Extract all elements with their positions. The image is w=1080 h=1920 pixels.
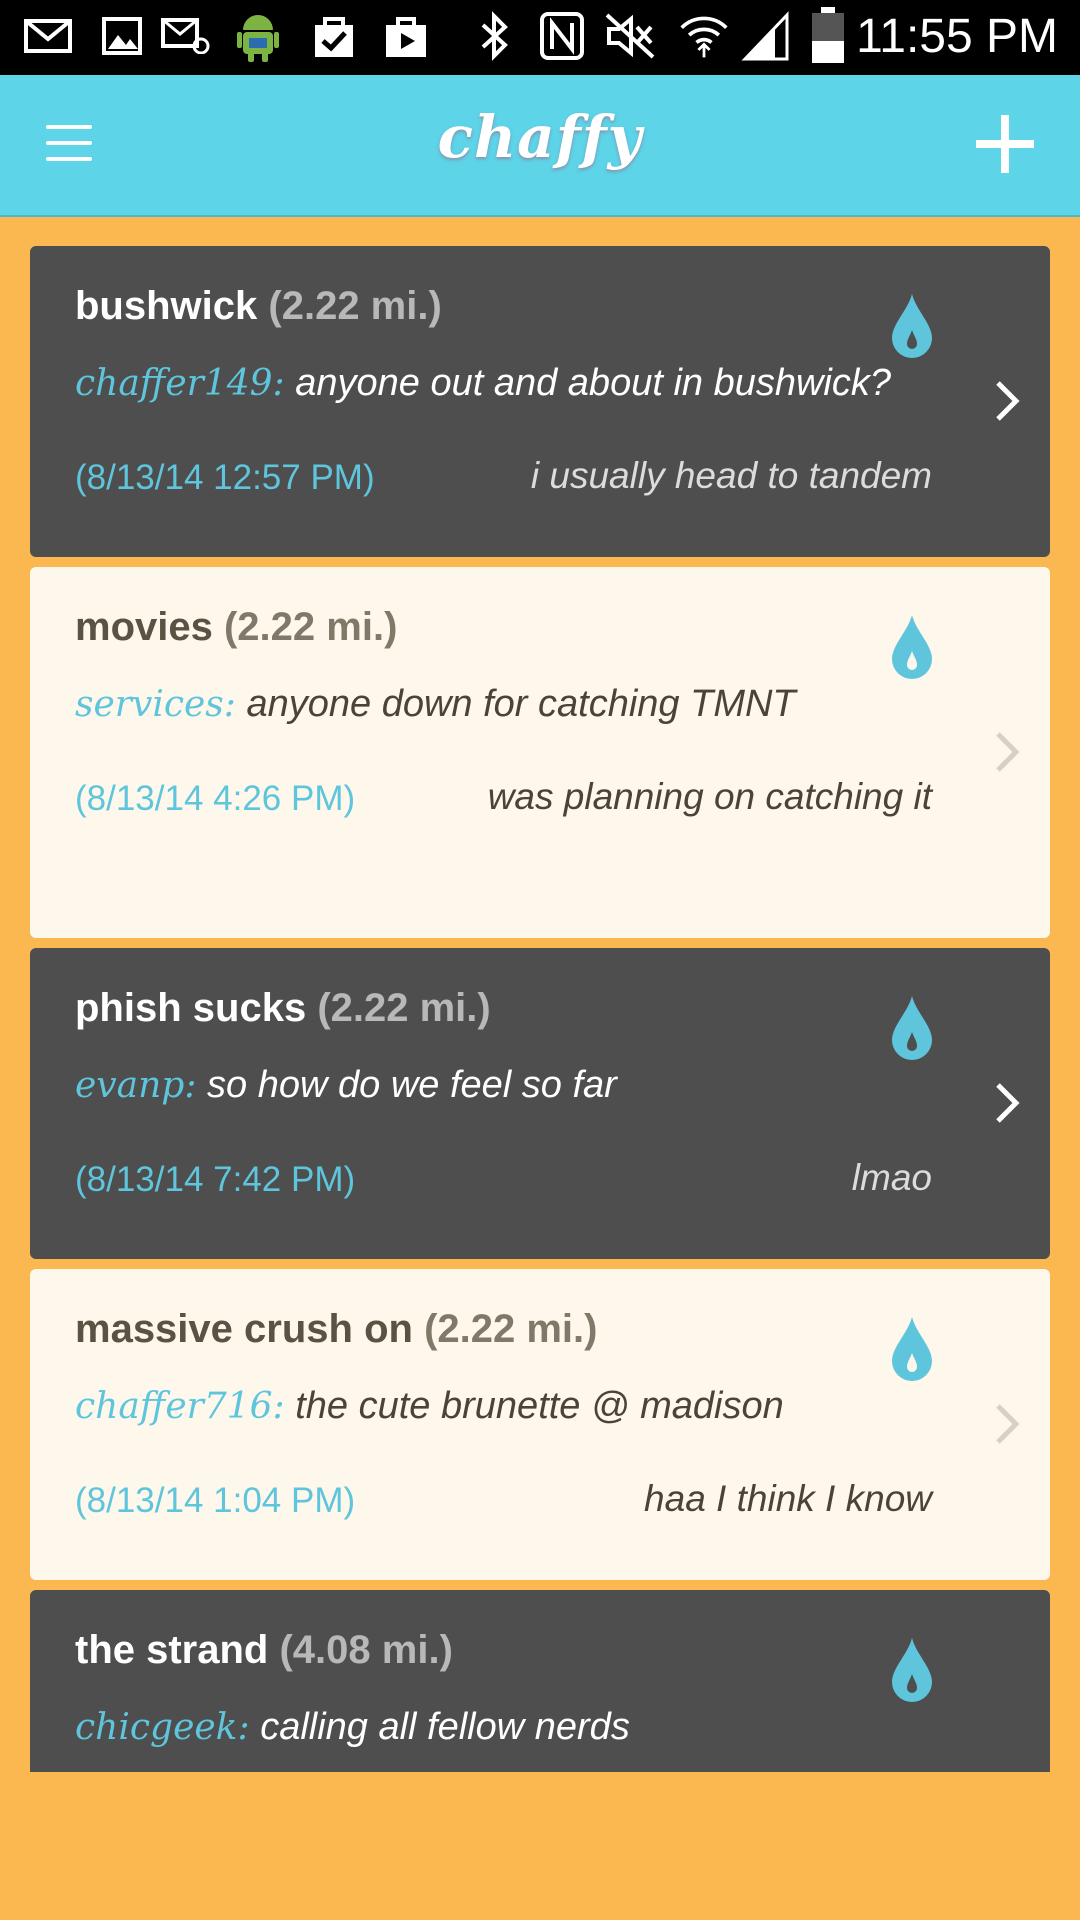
username: chicgeek:	[75, 1707, 250, 1748]
chat-feed[interactable]: bushwick (2.22 mi.) chaffer149: anyone o…	[30, 246, 1050, 1772]
timestamp: (8/13/14 1:04 PM)	[75, 1481, 356, 1520]
topic-name: phish sucks	[75, 986, 307, 1030]
card-message: chaffer716: the cute brunette @ madison	[75, 1385, 784, 1428]
signal-icon	[740, 8, 792, 64]
nfc-icon	[536, 8, 588, 64]
chat-card-massive-crush-on[interactable]: massive crush on (2.22 mi.) chaffer716: …	[30, 1269, 1050, 1580]
shopping-bag-check-icon	[308, 8, 360, 64]
distance: (2.22 mi.)	[424, 1307, 598, 1351]
timestamp: (8/13/14 12:57 PM)	[75, 458, 375, 497]
card-title: phish sucks (2.22 mi.)	[75, 986, 491, 1031]
topic-name: bushwick	[75, 284, 258, 328]
flame-icon	[890, 1315, 934, 1383]
chevron-right-icon[interactable]	[992, 1079, 1022, 1127]
distance: (2.22 mi.)	[317, 986, 491, 1030]
latest-reply: haa I think I know	[644, 1478, 932, 1519]
message-text: anyone out and about in bushwick?	[295, 362, 892, 404]
android-icon	[232, 8, 284, 64]
username: services:	[75, 684, 236, 725]
card-message: chaffer149: anyone out and about in bush…	[75, 362, 891, 405]
latest-reply: was planning on catching it	[487, 776, 932, 817]
card-message: services: anyone down for catching TMNT	[75, 683, 796, 726]
flame-icon	[890, 613, 934, 681]
message-text: so how do we feel so far	[207, 1064, 617, 1106]
play-store-icon	[380, 8, 432, 64]
username: chaffer149:	[75, 363, 285, 404]
timestamp: (8/13/14 7:42 PM)	[75, 1160, 356, 1199]
message-text: calling all fellow nerds	[260, 1706, 630, 1748]
card-message: evanp: so how do we feel so far	[75, 1064, 617, 1107]
message-text: the cute brunette @ madison	[295, 1385, 784, 1427]
topic-name: the strand	[75, 1628, 269, 1672]
battery-icon	[802, 7, 854, 64]
card-title: bushwick (2.22 mi.)	[75, 284, 442, 329]
topic-name: movies	[75, 605, 213, 649]
bluetooth-icon	[468, 8, 520, 64]
chat-card-the-strand[interactable]: the strand (4.08 mi.) chicgeek: calling …	[30, 1590, 1050, 1772]
flame-icon	[890, 292, 934, 360]
topic-name: massive crush on	[75, 1307, 413, 1351]
distance: (2.22 mi.)	[223, 605, 398, 649]
flame-icon	[890, 1636, 934, 1704]
mute-icon	[604, 8, 656, 64]
email-icon	[160, 8, 212, 64]
chat-card-phish-sucks[interactable]: phish sucks (2.22 mi.) evanp: so how do …	[30, 948, 1050, 1259]
card-title: massive crush on (2.22 mi.)	[75, 1307, 597, 1352]
status-bar: 11:55 PM	[0, 0, 1080, 75]
mail-icon	[22, 8, 74, 64]
chevron-right-icon[interactable]	[992, 728, 1022, 776]
wifi-icon	[678, 8, 730, 64]
flame-icon	[890, 994, 934, 1062]
image-icon	[96, 8, 148, 64]
card-title: movies (2.22 mi.)	[75, 605, 397, 650]
username: evanp:	[75, 1065, 197, 1106]
distance: (4.08 mi.)	[279, 1628, 453, 1672]
latest-reply: lmao	[851, 1157, 932, 1198]
latest-reply: i usually head to tandem	[530, 455, 932, 496]
app-bar: chaffy	[0, 75, 1080, 217]
card-message: chicgeek: calling all fellow nerds	[75, 1706, 630, 1749]
chevron-right-icon[interactable]	[992, 377, 1022, 425]
app-logo: chaffy	[437, 103, 643, 171]
message-text: anyone down for catching TMNT	[246, 683, 796, 725]
timestamp: (8/13/14 4:26 PM)	[75, 779, 356, 818]
card-title: the strand (4.08 mi.)	[75, 1628, 453, 1673]
distance: (2.22 mi.)	[268, 284, 442, 328]
username: chaffer716:	[75, 1386, 285, 1427]
chat-card-movies[interactable]: movies (2.22 mi.) services: anyone down …	[30, 567, 1050, 938]
chat-card-bushwick[interactable]: bushwick (2.22 mi.) chaffer149: anyone o…	[30, 246, 1050, 557]
chevron-right-icon[interactable]	[992, 1400, 1022, 1448]
clock-time: 11:55 PM	[856, 10, 1058, 63]
add-chat-button[interactable]	[976, 115, 1034, 173]
